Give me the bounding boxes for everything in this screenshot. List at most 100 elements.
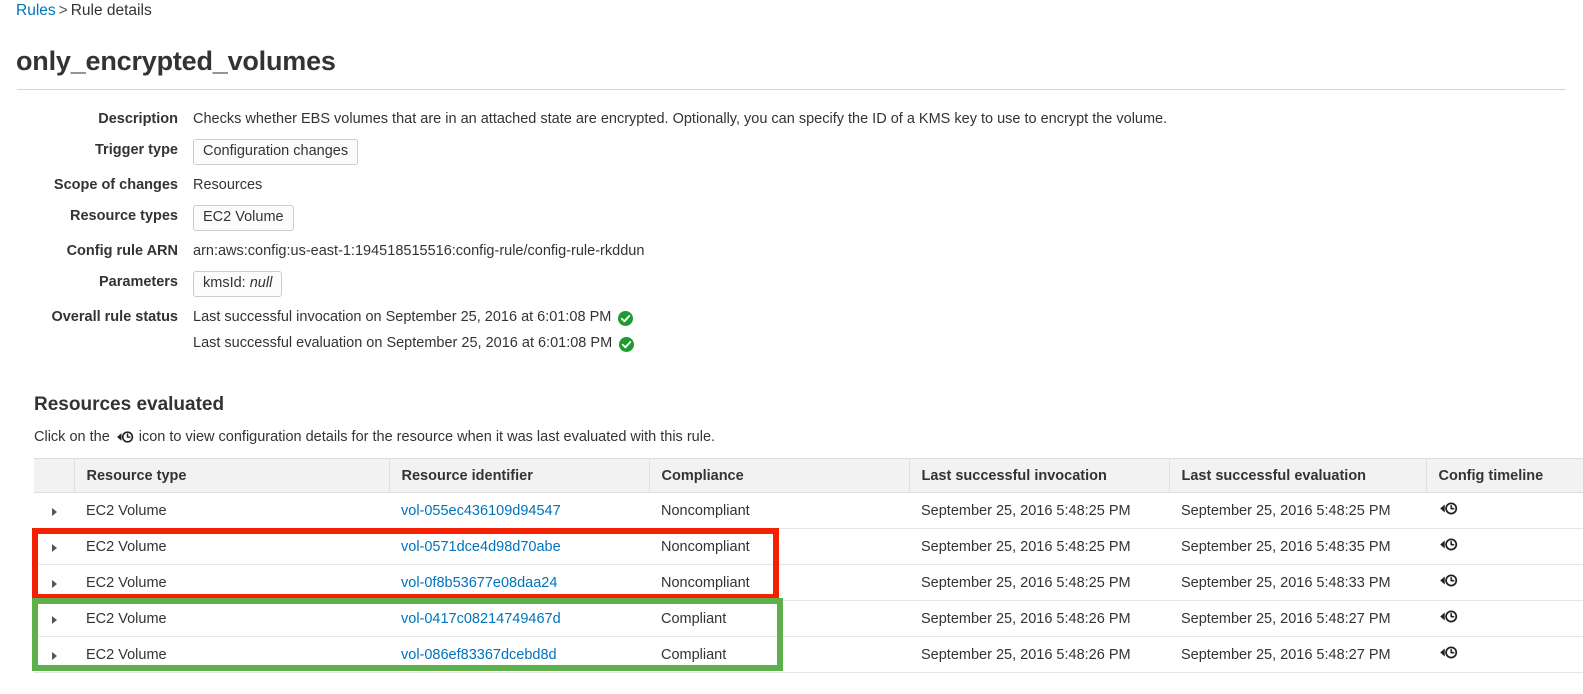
config-timeline-icon[interactable]	[1438, 610, 1458, 628]
arn-value: arn:aws:config:us-east-1:194518515516:co…	[193, 243, 645, 259]
parameter-key: kmsId:	[203, 275, 246, 291]
row-expander-cell[interactable]	[34, 600, 74, 637]
cell-config-timeline[interactable]	[1426, 564, 1583, 601]
column-header-compliance[interactable]: Compliance	[649, 458, 910, 493]
cell-resource-type: EC2 Volume	[74, 492, 389, 529]
resources-evaluated-hint: Click on the icon to view configuration …	[34, 428, 715, 446]
cell-compliance: Noncompliant	[649, 492, 909, 529]
breadcrumb: Rules > Rule details	[16, 0, 152, 22]
hint-prefix-text: Click on the	[34, 429, 110, 445]
expand-arrow-icon[interactable]	[51, 615, 57, 624]
resources-evaluated-table-wrap: Resource type Resource identifier Compli…	[34, 458, 1583, 673]
expand-arrow-icon[interactable]	[51, 651, 57, 660]
resource-identifier-link[interactable]: vol-0417c08214749467d	[401, 611, 561, 627]
expand-arrow-icon[interactable]	[51, 507, 57, 516]
table-header: Resource type Resource identifier Compli…	[34, 458, 1583, 493]
table-row[interactable]: EC2 Volume vol-0417c08214749467d Complia…	[34, 600, 1583, 637]
resource-type-pill: EC2 Volume	[193, 205, 294, 231]
breadcrumb-link-rules[interactable]: Rules	[16, 2, 56, 19]
table-body: EC2 Volume vol-055ec436109d94547 Noncomp…	[34, 492, 1583, 673]
title-divider	[17, 89, 1566, 90]
detail-row-arn: Config rule ARN arn:aws:config:us-east-1…	[0, 240, 1583, 262]
config-timeline-icon[interactable]	[1438, 502, 1458, 520]
cell-resource-identifier[interactable]: vol-0f8b53677e08daa24	[389, 564, 649, 601]
parameter-pill: kmsId: null	[193, 271, 283, 297]
cell-last-evaluation: September 25, 2016 5:48:33 PM	[1169, 564, 1426, 601]
resource-types-value-wrap: EC2 Volume	[193, 205, 294, 231]
resource-identifier-link[interactable]: vol-0571dce4d98d70abe	[401, 539, 561, 555]
resource-identifier-link[interactable]: vol-0f8b53677e08daa24	[401, 575, 557, 591]
resources-evaluated-table: Resource type Resource identifier Compli…	[34, 458, 1583, 673]
cell-resource-identifier[interactable]: vol-086ef83367dcebd8d	[389, 636, 649, 673]
detail-row-overall-status: Overall rule status Last successful invo…	[0, 306, 1583, 354]
config-timeline-icon[interactable]	[1438, 646, 1458, 664]
cell-last-evaluation: September 25, 2016 5:48:27 PM	[1169, 600, 1426, 637]
overall-status-label: Overall rule status	[51, 309, 178, 325]
rule-details-page: Rules > Rule details only_encrypted_volume…	[0, 0, 1583, 694]
row-expander-cell[interactable]	[34, 636, 74, 673]
expand-arrow-icon[interactable]	[51, 579, 57, 588]
table-header-row: Resource type Resource identifier Compli…	[34, 458, 1583, 493]
cell-last-invocation: September 25, 2016 5:48:26 PM	[909, 636, 1169, 673]
trigger-type-label: Trigger type	[95, 142, 178, 158]
detail-row-trigger-type: Trigger type Configuration changes	[0, 139, 1583, 165]
detail-row-description: Description Checks whether EBS volumes t…	[0, 108, 1583, 130]
cell-compliance: Noncompliant	[649, 528, 909, 565]
column-header-last-evaluation[interactable]: Last successful evaluation	[1169, 458, 1427, 493]
config-timeline-icon[interactable]	[1438, 538, 1458, 556]
scope-label: Scope of changes	[53, 177, 178, 193]
hint-suffix-text: icon to view configuration details for t…	[138, 429, 716, 445]
cell-config-timeline[interactable]	[1426, 492, 1583, 529]
column-header-resource-identifier[interactable]: Resource identifier	[389, 458, 650, 493]
column-header-last-invocation[interactable]: Last successful invocation	[909, 458, 1170, 493]
column-header-config-timeline[interactable]: Config timeline	[1426, 458, 1583, 493]
cell-last-invocation: September 25, 2016 5:48:26 PM	[909, 600, 1169, 637]
detail-row-resource-types: Resource types EC2 Volume	[0, 205, 1583, 231]
row-expander-cell[interactable]	[34, 492, 74, 529]
cell-resource-type: EC2 Volume	[74, 636, 389, 673]
cell-last-invocation: September 25, 2016 5:48:25 PM	[909, 492, 1169, 529]
cell-config-timeline[interactable]	[1426, 636, 1583, 673]
config-timeline-icon[interactable]	[1438, 574, 1458, 592]
resource-identifier-link[interactable]: vol-055ec436109d94547	[401, 503, 561, 519]
cell-config-timeline[interactable]	[1426, 600, 1583, 637]
resource-identifier-link[interactable]: vol-086ef83367dcebd8d	[401, 647, 557, 663]
config-timeline-icon	[115, 430, 134, 448]
breadcrumb-separator: >	[58, 2, 68, 19]
expand-arrow-icon[interactable]	[51, 543, 57, 552]
cell-resource-identifier[interactable]: vol-055ec436109d94547	[389, 492, 649, 529]
breadcrumb-current: Rule details	[70, 2, 152, 19]
status-line-invocation: Last successful invocation on September …	[193, 306, 634, 328]
table-row[interactable]: EC2 Volume vol-086ef83367dcebd8d Complia…	[34, 636, 1583, 673]
cell-last-evaluation: September 25, 2016 5:48:27 PM	[1169, 636, 1426, 673]
description-label: Description	[98, 111, 178, 127]
trigger-type-value-wrap: Configuration changes	[193, 139, 359, 165]
parameter-value: null	[249, 275, 273, 291]
row-expander-cell[interactable]	[34, 528, 74, 565]
detail-row-scope: Scope of changes Resources	[0, 174, 1583, 196]
cell-last-invocation: September 25, 2016 5:48:25 PM	[909, 564, 1169, 601]
cell-compliance: Noncompliant	[649, 564, 909, 601]
cell-resource-type: EC2 Volume	[74, 600, 389, 637]
detail-row-parameters: Parameters kmsId: null	[0, 271, 1583, 297]
cell-compliance: Compliant	[649, 636, 909, 673]
status-line-evaluation: Last successful evaluation on September …	[193, 332, 635, 354]
cell-resource-identifier[interactable]: vol-0571dce4d98d70abe	[389, 528, 649, 565]
rule-detail-list: Description Checks whether EBS volumes t…	[0, 108, 1583, 363]
cell-config-timeline[interactable]	[1426, 528, 1583, 565]
cell-resource-identifier[interactable]: vol-0417c08214749467d	[389, 600, 649, 637]
table-row[interactable]: EC2 Volume vol-0f8b53677e08daa24 Noncomp…	[34, 564, 1583, 601]
cell-last-invocation: September 25, 2016 5:48:25 PM	[909, 528, 1169, 565]
row-expander-cell[interactable]	[34, 564, 74, 601]
column-header-resource-type[interactable]: Resource type	[74, 458, 390, 493]
cell-compliance: Compliant	[649, 600, 909, 637]
table-row[interactable]: EC2 Volume vol-0571dce4d98d70abe Noncomp…	[34, 528, 1583, 565]
parameters-label: Parameters	[99, 274, 178, 290]
cell-last-evaluation: September 25, 2016 5:48:25 PM	[1169, 492, 1426, 529]
cell-last-evaluation: September 25, 2016 5:48:35 PM	[1169, 528, 1426, 565]
description-value: Checks whether EBS volumes that are in a…	[193, 111, 1168, 127]
table-row[interactable]: EC2 Volume vol-055ec436109d94547 Noncomp…	[34, 492, 1583, 529]
trigger-type-pill: Configuration changes	[193, 139, 359, 165]
scope-value: Resources	[193, 177, 263, 193]
arn-label: Config rule ARN	[66, 243, 178, 259]
